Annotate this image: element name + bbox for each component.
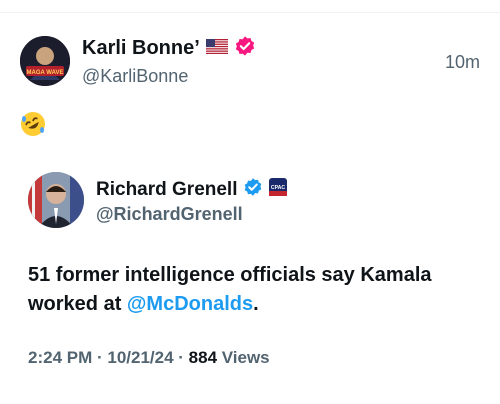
quoted-author-avatar[interactable] (28, 172, 84, 228)
us-flag-icon (205, 38, 228, 59)
quoted-author-handle[interactable]: @RichardGrenell (96, 204, 243, 225)
svg-text:CPAC: CPAC (270, 185, 285, 191)
meta-separator: · (173, 348, 189, 367)
rolling-on-the-floor-laughing-icon (20, 111, 46, 142)
quoted-tweet-date[interactable]: 10/21/24 (107, 348, 173, 367)
views-label: Views (217, 348, 270, 367)
author-avatar[interactable]: MAGA WAVE (20, 36, 70, 86)
quoted-author-display-name[interactable]: Richard Grenell (96, 179, 238, 201)
verified-badge-icon (243, 177, 263, 202)
quoted-tweet-text: 51 former intelligence officials say Kam… (28, 261, 488, 319)
views-count[interactable]: 884 (189, 348, 217, 367)
quoted-text-after: . (253, 293, 259, 315)
tweet-timestamp[interactable]: 10m (445, 52, 480, 73)
svg-text:MAGA WAVE: MAGA WAVE (27, 70, 64, 76)
author-name-row[interactable]: Karli Bonne’ (82, 35, 256, 62)
cpac-badge-icon[interactable]: CPAC (268, 178, 287, 201)
mention-link[interactable]: @McDonalds (127, 293, 253, 315)
verified-badge-icon (234, 35, 256, 62)
meta-separator: · (92, 348, 108, 367)
quoted-author-name-row[interactable]: Richard Grenell CPAC (96, 177, 287, 202)
top-divider (0, 12, 500, 13)
author-display-name[interactable]: Karli Bonne’ (82, 37, 200, 60)
quoted-tweet-time[interactable]: 2:24 PM (28, 348, 92, 367)
author-handle[interactable]: @KarliBonne (82, 66, 188, 87)
quoted-tweet-meta: 2:24 PM · 10/21/24 · 884 Views (28, 348, 270, 368)
